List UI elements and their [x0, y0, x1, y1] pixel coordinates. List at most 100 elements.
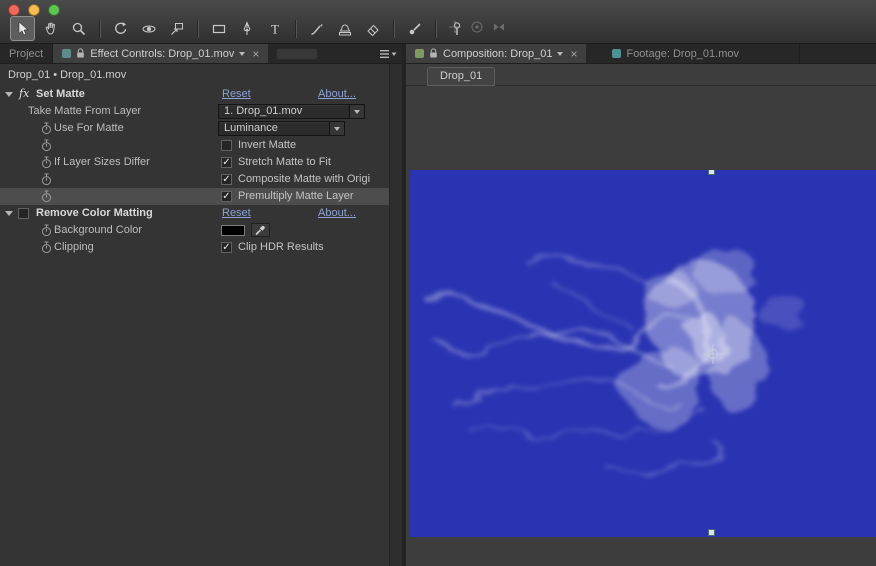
close-tab-icon[interactable]: × [570, 48, 577, 60]
stopwatch-icon[interactable] [41, 241, 52, 257]
twirl-down-icon[interactable] [5, 92, 13, 97]
stopwatch-icon[interactable] [41, 139, 52, 155]
tab-effect-controls[interactable]: Effect Controls: Drop_01.mov × [53, 44, 269, 63]
toolbar-separator [99, 19, 100, 38]
background-color-swatch[interactable] [221, 225, 245, 236]
effect-controls-panel: Project Effect Controls: Drop_01.mov × D… [0, 44, 402, 566]
pan-behind-icon [170, 22, 183, 35]
checkbox-label: Clip HDR Results [238, 241, 324, 253]
orbit-icon [142, 25, 155, 32]
panel-menu-button[interactable] [375, 44, 402, 63]
tab-composition[interactable]: Composition: Drop_01 × [406, 44, 587, 63]
effect-rows: fx Set Matte Reset About... Take Matte F… [0, 86, 389, 256]
pen-nib-icon [243, 20, 250, 35]
layer-handle-top[interactable] [708, 170, 715, 175]
about-link[interactable]: About... [318, 207, 356, 219]
stopwatch-icon[interactable] [41, 122, 52, 138]
footage-icon [612, 49, 622, 58]
effect-name[interactable]: Set Matte [36, 88, 85, 100]
toolbar-separator [435, 19, 436, 38]
reset-link[interactable]: Reset [222, 207, 251, 219]
viewer-tab-strip: Drop_01 [406, 64, 876, 86]
selection-icon [18, 20, 29, 35]
rotation-tool[interactable] [108, 16, 133, 41]
stopwatch-icon[interactable] [41, 156, 52, 172]
param-row-take-matte-from-layer: Take Matte From Layer 1. Drop_01.mov [0, 103, 389, 120]
minimize-window-button[interactable] [28, 4, 40, 16]
param-row-invert-matte: Invert Matte [0, 137, 389, 154]
pan-behind-tool[interactable] [164, 16, 189, 41]
invert-matte-checkbox[interactable] [221, 140, 232, 151]
scrollbar[interactable] [389, 64, 402, 566]
orbit-camera-icon [471, 21, 483, 33]
type-icon: T [271, 21, 279, 36]
viewer-tab-drop01[interactable]: Drop_01 [427, 67, 496, 86]
fx-badge-icon[interactable]: fx [19, 87, 29, 100]
checkbox-label: Invert Matte [238, 139, 297, 151]
stopwatch-icon[interactable] [41, 190, 52, 206]
param-label: Clipping [54, 241, 94, 253]
viewer-menu-caret-icon[interactable] [557, 51, 564, 56]
param-label: Use For Matte [54, 122, 124, 134]
composition-canvas[interactable] [409, 170, 876, 537]
zoom-window-button[interactable] [48, 4, 60, 16]
use-for-matte-dropdown[interactable]: Luminance [218, 121, 345, 136]
brush-tool[interactable] [304, 16, 329, 41]
composite-matte-checkbox[interactable] [221, 174, 232, 185]
toolbar: T [0, 0, 876, 44]
stretch-matte-checkbox[interactable] [221, 157, 232, 168]
close-tab-icon[interactable]: × [252, 48, 259, 60]
type-tool[interactable]: T [262, 16, 287, 41]
dropdown-arrow-button[interactable] [329, 122, 344, 135]
hand-tool[interactable] [38, 16, 63, 41]
tab-label: Footage: Drop_01.mov [626, 47, 739, 60]
rotate-icon [114, 21, 126, 34]
stopwatch-icon[interactable] [41, 173, 52, 189]
clip-hdr-checkbox[interactable] [221, 242, 232, 253]
eraser-tool[interactable] [360, 16, 385, 41]
param-label: Take Matte From Layer [28, 105, 142, 117]
effect-enable-checkbox[interactable] [18, 208, 29, 219]
stopwatch-icon[interactable] [41, 224, 52, 240]
selection-tool[interactable] [10, 16, 35, 41]
magnifier-icon [72, 22, 85, 35]
layer-handle-bottom[interactable] [708, 529, 715, 536]
hand-icon [45, 22, 55, 35]
zoom-tool[interactable] [66, 16, 91, 41]
effect-name[interactable]: Remove Color Matting [36, 207, 153, 219]
rectangle-tool[interactable] [206, 16, 231, 41]
brush-icon [310, 23, 322, 35]
effect-header-set-matte: fx Set Matte Reset About... [0, 86, 389, 103]
premultiply-matte-checkbox[interactable] [221, 191, 232, 202]
effect-header-remove-color-matting: Remove Color Matting Reset About... [0, 205, 389, 222]
tab-project[interactable]: Project [0, 44, 54, 63]
dropdown-arrow-button[interactable] [349, 105, 364, 118]
roto-brush-tool[interactable] [402, 16, 427, 41]
stamp-icon [338, 24, 351, 35]
param-row-premultiply-matte: Premultiply Matte Layer [0, 188, 389, 205]
eyedropper-button[interactable] [251, 223, 270, 237]
panel-drag-grip[interactable] [276, 48, 319, 60]
about-link[interactable]: About... [318, 88, 356, 100]
unified-camera-tool[interactable] [136, 16, 161, 41]
effect-controls-target: Drop_01 • Drop_01.mov [0, 64, 389, 86]
close-window-button[interactable] [8, 4, 20, 16]
panel-icon [62, 49, 72, 58]
twirl-down-icon[interactable] [5, 211, 13, 216]
composition-panel: Composition: Drop_01 × Footage: Drop_01.… [406, 44, 876, 566]
viewer-menu-caret-icon[interactable] [239, 51, 246, 56]
reset-link[interactable]: Reset [222, 88, 251, 100]
pen-tool[interactable] [234, 16, 259, 41]
param-row-use-for-matte: Use For Matte Luminance [0, 120, 389, 137]
right-tab-bar: Composition: Drop_01 × Footage: Drop_01.… [406, 44, 876, 64]
pan-camera-icon [449, 20, 461, 34]
eraser-icon [366, 24, 379, 36]
rectangle-icon [212, 24, 225, 33]
clone-stamp-tool[interactable] [332, 16, 357, 41]
anchor-point-icon[interactable] [701, 342, 725, 366]
window-controls [8, 4, 60, 16]
take-matte-from-layer-dropdown[interactable]: 1. Drop_01.mov [218, 104, 365, 119]
svg-text:T: T [271, 21, 279, 36]
tab-footage[interactable]: Footage: Drop_01.mov [586, 44, 800, 63]
roto-brush-icon [409, 22, 421, 34]
